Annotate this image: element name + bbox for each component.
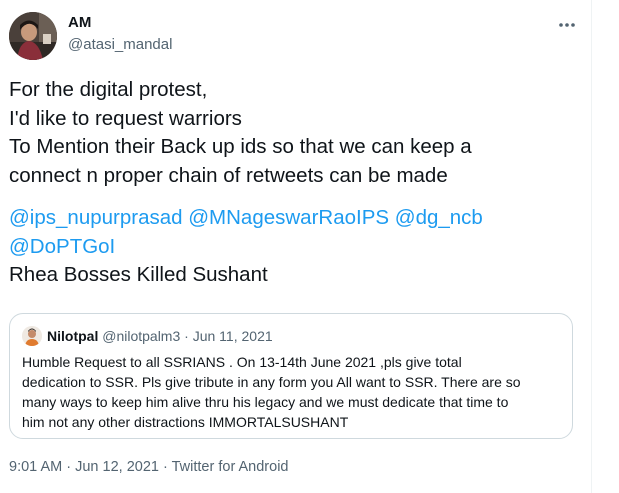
author-handle[interactable]: @atasi_mandal (68, 36, 172, 53)
quoted-tweet-body: Humble Request to all SSRIANS . On 13-14… (22, 352, 562, 432)
tweet-date[interactable]: Jun 12, 2021 (75, 459, 159, 475)
tweet-time[interactable]: 9:01 AM (9, 459, 62, 475)
quoted-tweet-line: him not any other distractions IMMORTALS… (22, 414, 349, 430)
tweet-timestamp: 9:01 AM · Jun 12, 2021 · Twitter for And… (9, 459, 288, 475)
mention-link[interactable]: @DoPTGoI (9, 235, 115, 258)
meta-separator: · (66, 459, 72, 475)
column-divider (591, 0, 592, 493)
tweet-line: To Mention their Back up ids so that we … (9, 135, 472, 158)
quoted-tweet-line: dedication to SSR. Pls give tribute in a… (22, 374, 521, 390)
quoted-tweet-line: Humble Request to all SSRIANS . On 13-14… (22, 354, 462, 370)
quoted-tweet-card[interactable]: Nilotpal @nilotpalm3 · Jun 11, 2021 Humb… (9, 313, 573, 439)
mentions-line: @ips_nupurprasad @MNageswarRaoIPS @dg_nc… (9, 204, 579, 233)
mention-link[interactable]: @dg_ncb (395, 206, 483, 229)
meta-separator: · (184, 328, 189, 344)
quoted-tweet-date[interactable]: Jun 11, 2021 (193, 328, 273, 344)
quoted-author-handle[interactable]: @nilotpalm3 (102, 328, 180, 344)
tweet-body: For the digital protest, I'd like to req… (9, 76, 579, 290)
quoted-author-avatar[interactable] (22, 326, 42, 346)
tweet-closing-line: Rhea Bosses Killed Sushant (9, 263, 268, 286)
author-avatar[interactable] (9, 12, 57, 60)
quoted-author-name[interactable]: Nilotpal (47, 328, 98, 344)
tweet-line: For the digital protest, (9, 78, 208, 101)
more-horizontal-icon (559, 23, 575, 27)
quoted-avatar-photo-icon (22, 326, 42, 346)
mention-link[interactable]: @MNageswarRaoIPS (188, 206, 389, 229)
tweet-line: I'd like to request warriors (9, 106, 242, 130)
meta-separator: · (163, 459, 168, 475)
quoted-tweet-line: many ways to keep him alive thru his leg… (22, 394, 509, 410)
quoted-tweet-header: Nilotpal @nilotpalm3 · Jun 11, 2021 (47, 328, 273, 344)
mention-link[interactable]: @ips_nupurprasad (9, 206, 183, 229)
mentions-line: @DoPTGoI (9, 233, 579, 262)
more-options-button[interactable] (556, 14, 578, 36)
avatar-photo-icon (9, 12, 57, 60)
author-display-name[interactable]: AM (68, 14, 91, 31)
tweet-source[interactable]: Twitter for Android (172, 459, 289, 475)
tweet-line: connect n proper chain of retweets can b… (9, 163, 448, 187)
